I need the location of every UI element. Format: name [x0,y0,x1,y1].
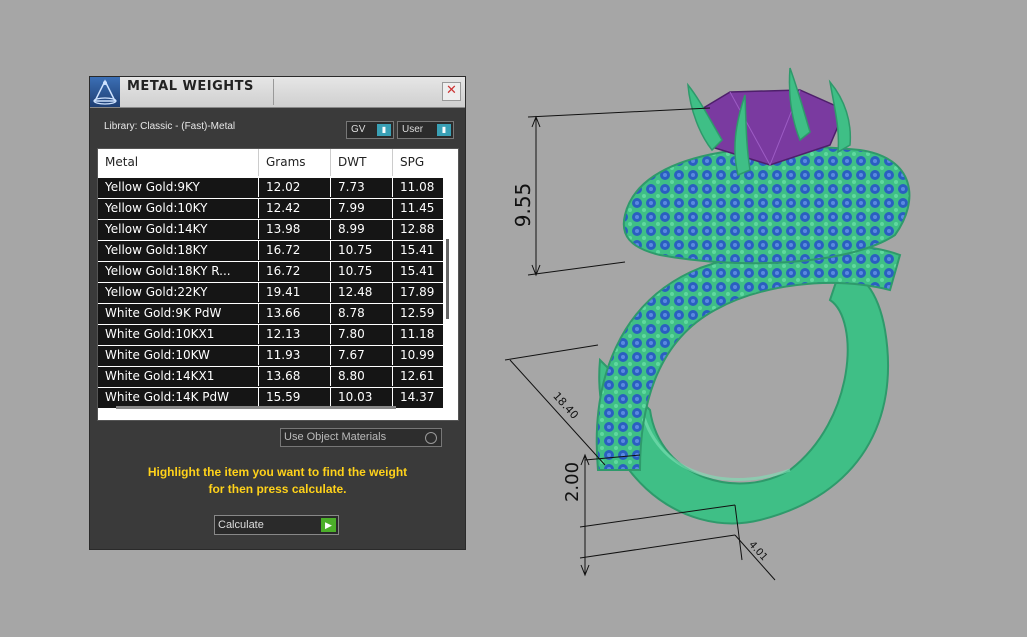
shank-dimension-label: 2.00 [562,462,583,502]
height-dimension-label: 9.55 [511,183,535,228]
width-dimension-label: 18.40 [550,390,581,422]
ring-viewport[interactable]: 9.55 18.40 2.00 4.01 [0,0,1027,637]
